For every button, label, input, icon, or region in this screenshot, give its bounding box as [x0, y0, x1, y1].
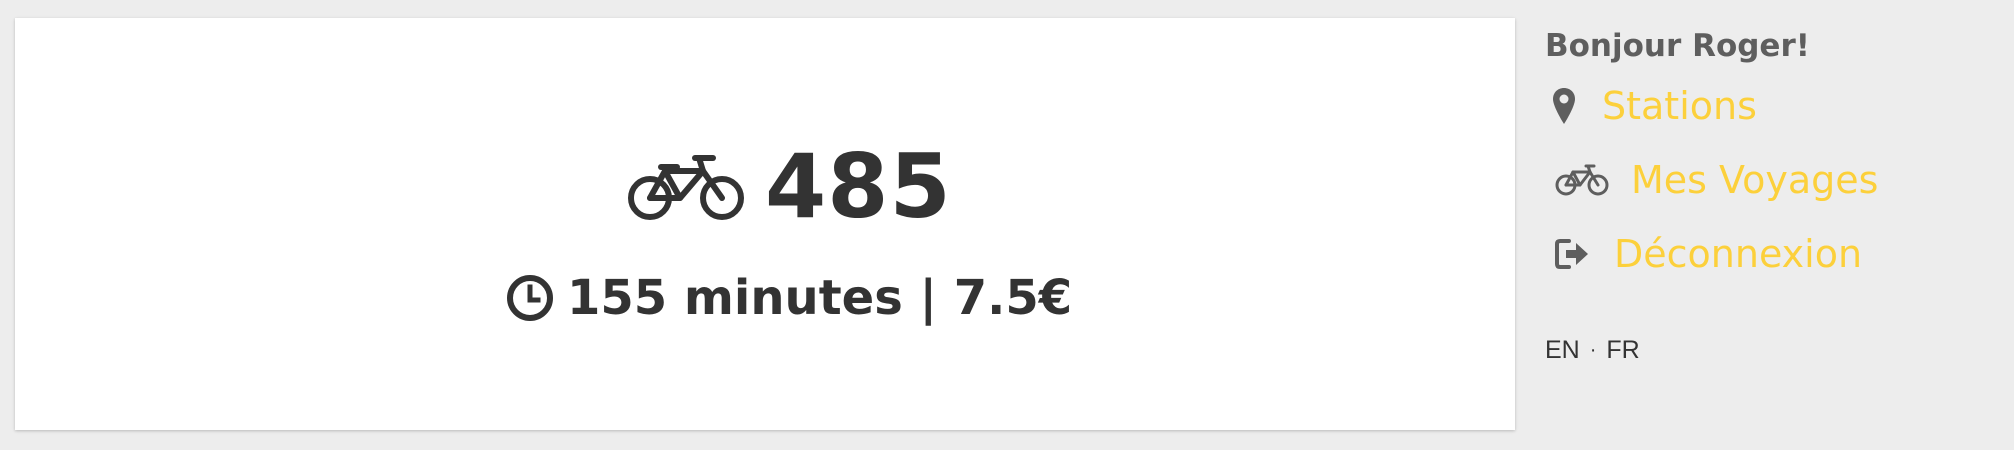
map-marker-icon [1553, 88, 1575, 124]
nav-item-mes-voyages[interactable]: Mes Voyages [1555, 158, 1878, 202]
trip-summary-card: 485 155 minutes | 7.5€ [15, 18, 1515, 430]
language-fr-link[interactable]: FR [1606, 336, 1639, 365]
clock-icon [507, 275, 553, 321]
trip-count: 485 [765, 135, 952, 238]
trip-count-row: 485 [627, 143, 952, 231]
language-en-link[interactable]: EN [1545, 336, 1580, 365]
nav-item-deconnexion[interactable]: Déconnexion [1554, 232, 1862, 276]
trip-stats-row: 155 minutes | 7.5€ [505, 273, 1072, 323]
nav-item-stations[interactable]: Stations [1552, 84, 1757, 128]
trip-duration-cost: 155 minutes | 7.5€ [567, 270, 1073, 326]
nav-label-mes-voyages: Mes Voyages [1631, 158, 1879, 202]
bicycle-icon [628, 155, 744, 220]
nav-label-deconnexion: Déconnexion [1614, 232, 1863, 276]
language-separator: · [1589, 339, 1597, 361]
greeting: Bonjour Roger! [1545, 28, 1810, 64]
sidebar: Bonjour Roger! Stations Mes Voyages Déco… [1545, 0, 2005, 450]
sign-out-icon [1555, 239, 1588, 269]
bicycle-icon [1555, 164, 1609, 196]
language-switcher: EN · FR [1545, 336, 1640, 365]
nav-label-stations: Stations [1602, 84, 1757, 128]
